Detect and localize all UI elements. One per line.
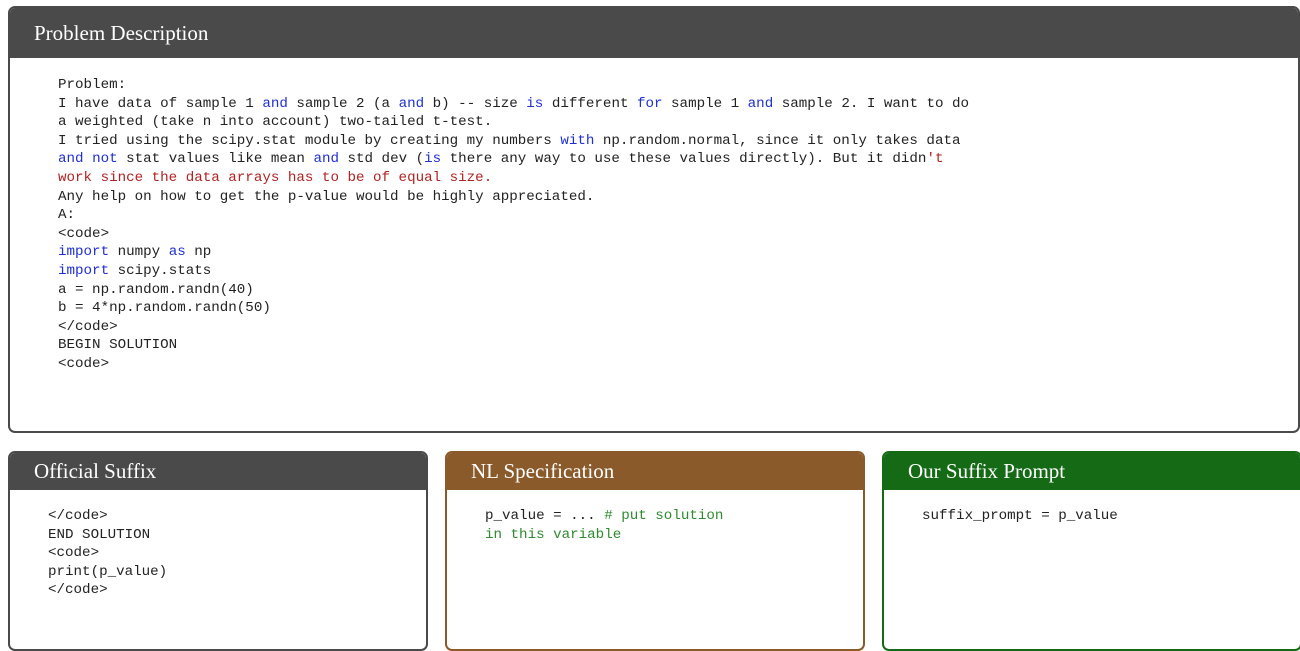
code-line: </code> — [48, 582, 108, 598]
code-token: a weighted (take n into account) two-tai… — [58, 114, 493, 131]
code-token: std dev ( — [338, 151, 425, 168]
code-line: <code> — [48, 545, 99, 561]
code-token: np — [185, 244, 212, 261]
code-token-kw: import — [58, 262, 110, 279]
code-line: <code> — [58, 226, 109, 242]
code-token: BEGIN SOLUTION — [58, 337, 178, 354]
nl-specification-code-block: p_value = ... # put solution in this var… — [485, 507, 723, 544]
code-line: I have data of sample 1 and sample 2 (a … — [58, 96, 969, 112]
code-line: work since the data arrays has to be of … — [58, 170, 492, 186]
code-line: I tried using the scipy.stat module by c… — [58, 133, 961, 149]
code-token: </code> — [58, 318, 118, 335]
code-token-str: 't — [926, 151, 944, 168]
code-token: sample 2 (a — [287, 95, 399, 112]
code-token-kw: as — [168, 244, 186, 261]
code-token: b = 4*np.random.randn(50) — [58, 300, 271, 317]
code-token-cm: # put solution — [604, 508, 724, 524]
code-line: print(p_value) — [48, 564, 167, 580]
code-token: <code> — [58, 225, 110, 242]
code-token: A: — [58, 207, 76, 224]
code-token: b) -- size — [424, 95, 527, 112]
code-line: b = 4*np.random.randn(50) — [58, 300, 271, 316]
code-token: Any help on how to get the p-value would… — [58, 188, 595, 205]
code-token: </code> — [48, 508, 108, 524]
code-line: </code> — [48, 508, 108, 524]
problem-description-panel: Problem Description Problem: I have data… — [8, 6, 1300, 433]
code-token: np.random.normal, since it only takes da… — [594, 132, 961, 149]
code-token-kw: is — [526, 95, 544, 112]
code-token-cm: in this variable — [485, 526, 622, 543]
code-token-kw: and — [262, 95, 288, 112]
code-token: END SOLUTION — [48, 526, 151, 543]
nl-specification-title: NL Specification — [447, 453, 863, 490]
code-token: I have data of sample 1 — [58, 95, 263, 112]
official-suffix-code-block: </code> END SOLUTION <code> print(p_valu… — [48, 507, 167, 600]
code-token-kw: with — [560, 132, 595, 149]
code-token-kw: not — [92, 151, 118, 168]
code-token: </code> — [48, 582, 108, 599]
code-token: print(p_value) — [48, 563, 168, 580]
code-line: A: — [58, 207, 75, 223]
code-line: Problem: — [58, 77, 126, 93]
code-line: and not stat values like mean and std de… — [58, 151, 943, 167]
code-token: p_value = ... — [485, 508, 605, 524]
code-token: sample 2. I want to do — [773, 95, 970, 112]
code-line: <code> — [58, 356, 109, 372]
code-token: there any way to use these values direct… — [441, 151, 927, 168]
code-token: Problem: — [58, 77, 127, 93]
code-token-kw: and — [747, 95, 774, 112]
code-line: import numpy as np — [58, 244, 211, 260]
nl-specification-panel: NL Specification p_value = ... # put sol… — [445, 451, 865, 651]
our-suffix-prompt-code-block: suffix_prompt = p_value — [922, 507, 1118, 526]
our-suffix-prompt-panel: Our Suffix Prompt suffix_prompt = p_valu… — [882, 451, 1300, 651]
code-token-kw: and — [398, 95, 425, 112]
code-token-kw: and — [313, 151, 339, 168]
code-token: sample 1 — [662, 95, 748, 112]
code-token-str: work since the data arrays has to be of … — [58, 169, 493, 186]
code-token-kw: for — [636, 95, 663, 112]
code-line: a = np.random.randn(40) — [58, 282, 254, 298]
code-token-kw: import — [58, 244, 110, 261]
code-token: I tried using the scipy.stat module by c… — [58, 132, 561, 149]
code-token: suffix_prompt = p_value — [922, 508, 1118, 524]
code-line: END SOLUTION — [48, 527, 150, 543]
code-token: different — [543, 95, 637, 112]
official-suffix-panel: Official Suffix </code> END SOLUTION <co… — [8, 451, 428, 651]
code-line: BEGIN SOLUTION — [58, 337, 177, 353]
code-token: a = np.random.randn(40) — [58, 281, 254, 298]
code-line: suffix_prompt = p_value — [922, 508, 1118, 524]
code-line: in this variable — [485, 527, 621, 543]
official-suffix-title: Official Suffix — [10, 453, 426, 490]
code-token: scipy.stats — [109, 262, 212, 279]
code-line: p_value = ... # put solution — [485, 508, 723, 524]
code-token: <code> — [58, 355, 110, 372]
code-line: Any help on how to get the p-value would… — [58, 189, 594, 205]
code-token-kw: is — [424, 151, 442, 168]
code-token: stat values like mean — [117, 151, 314, 168]
code-token: numpy — [109, 244, 169, 261]
problem-code-block: Problem: I have data of sample 1 and sam… — [58, 76, 969, 374]
code-line: </code> — [58, 319, 118, 335]
code-token-kw: and — [58, 151, 84, 168]
code-token: <code> — [48, 545, 100, 562]
problem-description-title: Problem Description — [10, 8, 1298, 58]
code-line: a weighted (take n into account) two-tai… — [58, 114, 492, 130]
code-line: import scipy.stats — [58, 263, 211, 279]
our-suffix-prompt-title: Our Suffix Prompt — [884, 453, 1300, 490]
